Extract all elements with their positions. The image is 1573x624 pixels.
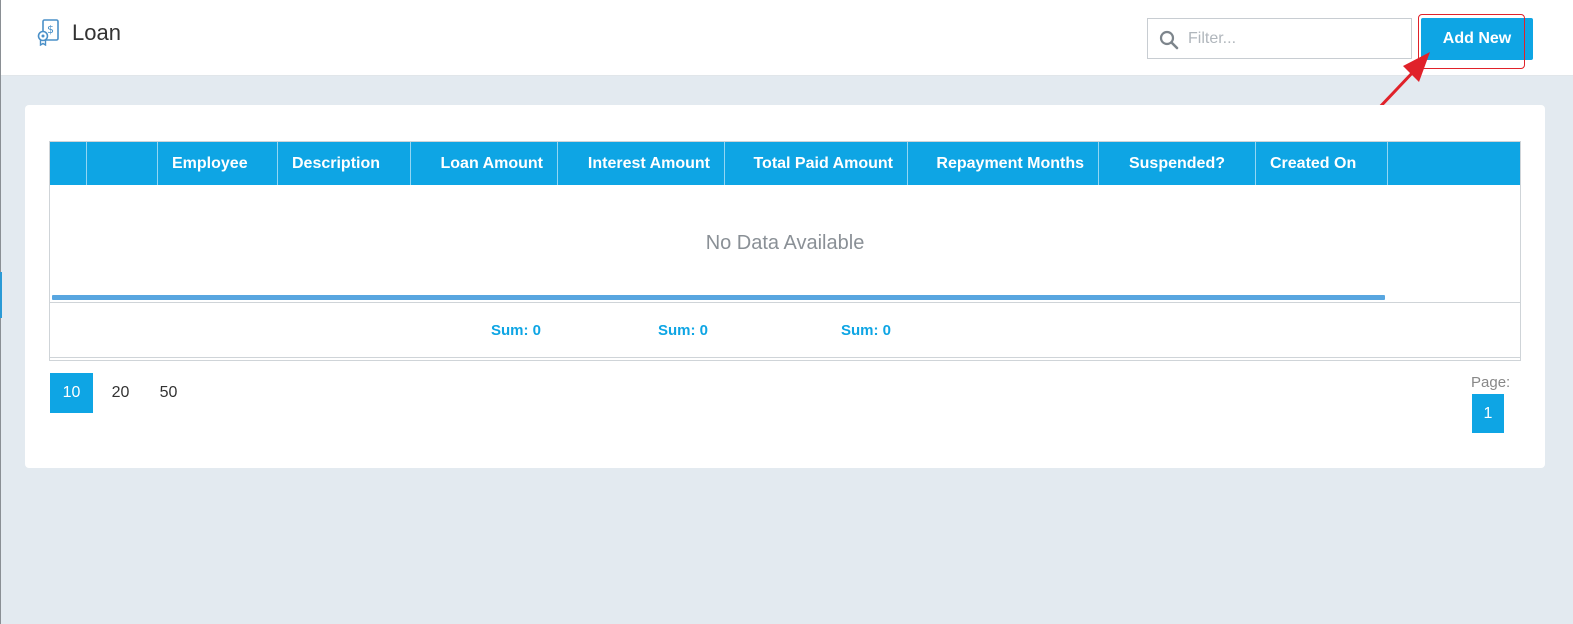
loan-data-grid: Employee Description Loan Amount Interes… <box>49 141 1521 361</box>
loan-grid-card: Employee Description Loan Amount Interes… <box>25 105 1545 468</box>
page-size-50[interactable]: 50 <box>147 373 190 413</box>
header-select-column[interactable] <box>50 142 87 185</box>
header-loan-amount[interactable]: Loan Amount <box>411 142 558 185</box>
page-title: Loan <box>72 20 121 45</box>
sum-interest-amount: Sum: 0 <box>658 322 709 339</box>
page-size-20[interactable]: 20 <box>99 373 142 413</box>
header-created-on[interactable]: Created On <box>1256 142 1388 185</box>
svg-text:$: $ <box>47 23 54 36</box>
loan-document-icon: $ <box>37 19 59 46</box>
header-suspended[interactable]: Suspended? <box>1099 142 1256 185</box>
search-icon <box>1159 30 1179 50</box>
grid-header-row: Employee Description Loan Amount Interes… <box>50 142 1520 185</box>
filter-input[interactable] <box>1188 19 1408 58</box>
page-1-button[interactable]: 1 <box>1472 394 1504 433</box>
sidebar-collapse-handle[interactable] <box>0 272 2 318</box>
no-data-message: No Data Available <box>705 232 865 254</box>
header-description[interactable]: Description <box>278 142 411 185</box>
header-total-paid-amount[interactable]: Total Paid Amount <box>725 142 908 185</box>
page-header: $ Loan Add New <box>1 0 1573 76</box>
summary-divider <box>50 302 1520 303</box>
sum-total-paid-amount: Sum: 0 <box>841 322 892 339</box>
header-interest-amount[interactable]: Interest Amount <box>558 142 725 185</box>
grid-bottom-divider <box>50 357 1520 358</box>
header-repayment-months[interactable]: Repayment Months <box>908 142 1099 185</box>
add-new-button[interactable]: Add New <box>1421 18 1533 60</box>
header-filler-column <box>1388 142 1520 185</box>
page-label: Page: <box>1471 374 1511 391</box>
sum-loan-amount: Sum: 0 <box>491 322 542 339</box>
horizontal-scrollbar[interactable] <box>52 295 1385 300</box>
header-employee[interactable]: Employee <box>158 142 278 185</box>
filter-field[interactable] <box>1147 18 1412 59</box>
header-actions-column[interactable] <box>87 142 158 185</box>
page-size-10[interactable]: 10 <box>50 373 93 413</box>
